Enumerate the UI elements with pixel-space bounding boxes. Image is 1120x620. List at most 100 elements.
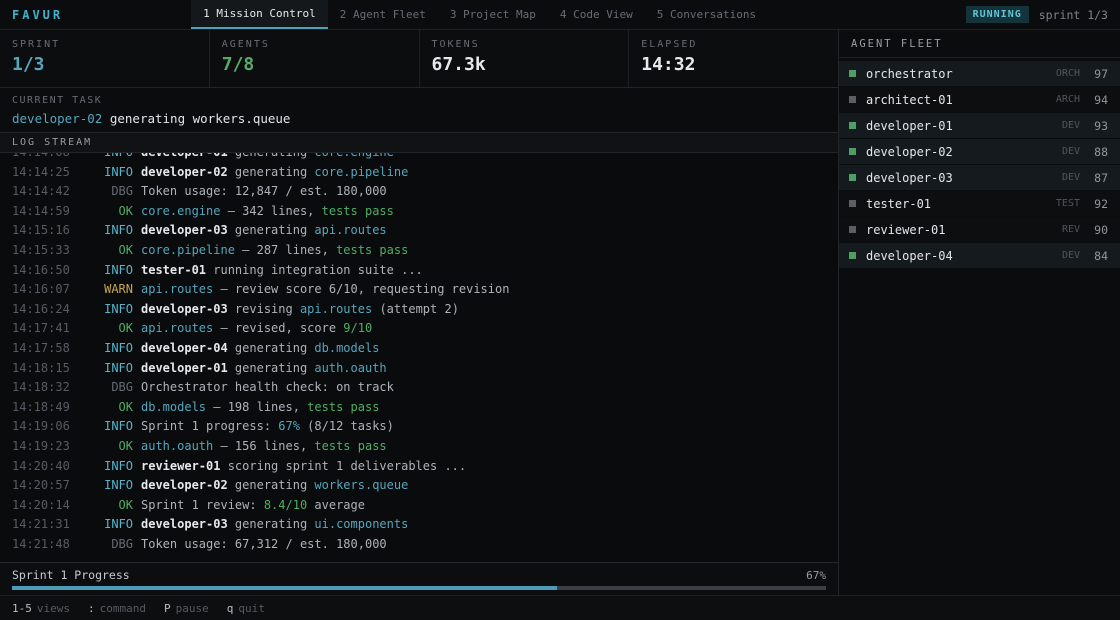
agent-status-icon [849, 226, 856, 233]
view-tabs: 1 Mission Control2 Agent Fleet3 Project … [191, 0, 768, 29]
agent-status-icon [849, 252, 856, 259]
log-level: INFO [70, 359, 133, 379]
tab-agent-fleet[interactable]: 2 Agent Fleet [328, 0, 438, 29]
stat-label: TOKENS [432, 39, 617, 50]
agent-role-tag: ARCH [1056, 94, 1080, 105]
tab-conversations[interactable]: 5 Conversations [645, 0, 768, 29]
log-stream[interactable]: 14:14:08INFOdeveloper-01 generating core… [0, 153, 838, 562]
stat-value: 1/3 [12, 54, 197, 75]
log-message: developer-01 generating core.engine [141, 153, 394, 163]
log-timestamp: 14:14:42 [12, 182, 70, 202]
log-segment: core.engine [141, 204, 220, 218]
log-level: INFO [70, 417, 133, 437]
log-row: 14:14:59OKcore.engine — 342 lines, tests… [12, 202, 826, 222]
log-level: INFO [70, 261, 133, 281]
mission-control-panel: SPRINT1/3AGENTS7/8TOKENS67.3kELAPSED14:3… [0, 30, 838, 595]
log-segment: average [307, 498, 365, 512]
log-message: core.pipeline — 287 lines, tests pass [141, 241, 408, 261]
agent-score: 97 [1090, 67, 1108, 81]
log-row: 14:19:23OKauth.oauth — 156 lines, tests … [12, 437, 826, 457]
agent-row-reviewer-01[interactable]: reviewer-01REV90 [839, 217, 1120, 242]
sprint-indicator: sprint 1/3 [1039, 8, 1108, 22]
log-row: 14:18:49OKdb.models — 198 lines, tests p… [12, 398, 826, 418]
log-timestamp: 14:21:48 [12, 535, 70, 555]
agent-row-architect-01[interactable]: architect-01ARCH94 [839, 87, 1120, 112]
log-message: api.routes — review score 6/10, requesti… [141, 280, 509, 300]
tab-code-view[interactable]: 4 Code View [548, 0, 645, 29]
agent-name: reviewer-01 [866, 223, 1062, 237]
agent-status-icon [849, 200, 856, 207]
current-task-agent: developer-02 [12, 111, 102, 126]
log-row: 14:14:42DBGToken usage: 12,847 / est. 18… [12, 182, 826, 202]
agent-role-tag: DEV [1062, 172, 1080, 183]
running-status-badge: RUNNING [966, 6, 1029, 23]
log-timestamp: 14:19:23 [12, 437, 70, 457]
sprint-progress-label: Sprint 1 Progress [12, 568, 130, 582]
agent-score: 93 [1090, 119, 1108, 133]
log-segment: generating [228, 223, 307, 237]
log-segment: — 156 lines, [213, 439, 307, 453]
agent-status-icon [849, 148, 856, 155]
stat-sprint: SPRINT 1/3 [0, 30, 210, 87]
stat-label: ELAPSED [641, 39, 826, 50]
log-message: developer-03 generating ui.components [141, 515, 408, 535]
log-segment: Sprint 1 progress: [141, 419, 271, 433]
agent-row-developer-03[interactable]: developer-03DEV87 [839, 165, 1120, 190]
agent-status-icon [849, 174, 856, 181]
log-segment: db.models [141, 400, 206, 414]
log-row: 14:18:32DBGOrchestrator health check: on… [12, 378, 826, 398]
agent-score: 87 [1090, 171, 1108, 185]
stat-value: 7/8 [222, 54, 407, 75]
agent-row-developer-04[interactable]: developer-04DEV84 [839, 243, 1120, 268]
footer-hint-views[interactable]: 1-5views [12, 602, 70, 615]
log-timestamp: 14:16:24 [12, 300, 70, 320]
agent-role-tag: DEV [1062, 120, 1080, 131]
footer-hint-pause[interactable]: Ppause [164, 602, 209, 615]
log-row: 14:17:58INFOdeveloper-04 generating db.m… [12, 339, 826, 359]
log-segment: Token usage: 67,312 / est. 180,000 [141, 537, 387, 551]
current-task-description: generating workers.queue [110, 111, 291, 126]
footer-hint-command[interactable]: :command [88, 602, 146, 615]
log-message: Sprint 1 review: 8.4/10 average [141, 496, 365, 516]
log-row: 14:14:08INFOdeveloper-01 generating core… [12, 153, 826, 163]
log-segment: revising [228, 302, 293, 316]
log-segment: developer-03 [141, 223, 228, 237]
log-message: Orchestrator health check: on track [141, 378, 394, 398]
agent-row-developer-01[interactable]: developer-01DEV93 [839, 113, 1120, 138]
log-segment: generating [228, 341, 307, 355]
log-level: OK [70, 437, 133, 457]
log-level: INFO [70, 476, 133, 496]
log-segment: workers.queue [307, 478, 408, 492]
agent-row-orchestrator[interactable]: orchestratorORCH97 [839, 61, 1120, 86]
log-segment: api.routes [141, 282, 213, 296]
log-segment: — 198 lines, [206, 400, 300, 414]
log-message: developer-02 generating workers.queue [141, 476, 408, 496]
log-segment: tests pass [307, 439, 386, 453]
log-level: OK [70, 202, 133, 222]
log-level: OK [70, 496, 133, 516]
sprint-progress-bar [12, 586, 826, 590]
footer-key: P [164, 602, 171, 615]
log-segment: core.engine [307, 153, 394, 159]
log-row: 14:19:06INFOSprint 1 progress: 67% (8/12… [12, 417, 826, 437]
log-segment: developer-03 [141, 302, 228, 316]
tab-mission-control[interactable]: 1 Mission Control [191, 0, 328, 29]
footer-key: : [88, 602, 95, 615]
log-segment: api.routes [141, 321, 213, 335]
log-segment: developer-02 [141, 478, 228, 492]
log-message: developer-03 revising api.routes (attemp… [141, 300, 459, 320]
main-area: SPRINT1/3AGENTS7/8TOKENS67.3kELAPSED14:3… [0, 30, 1120, 595]
log-segment: generating [228, 517, 307, 531]
log-row: 14:21:48DBGToken usage: 67,312 / est. 18… [12, 535, 826, 555]
sprint-progress-section: Sprint 1 Progress 67% [0, 562, 838, 595]
log-timestamp: 14:15:33 [12, 241, 70, 261]
agent-row-developer-02[interactable]: developer-02DEV88 [839, 139, 1120, 164]
agent-score: 84 [1090, 249, 1108, 263]
stat-label: SPRINT [12, 39, 197, 50]
agent-row-tester-01[interactable]: tester-01TEST92 [839, 191, 1120, 216]
footer-hint-quit[interactable]: qquit [227, 602, 265, 615]
tab-project-map[interactable]: 3 Project Map [438, 0, 548, 29]
log-message: developer-04 generating db.models [141, 339, 379, 359]
log-segment: api.routes [293, 302, 372, 316]
agent-role-tag: TEST [1056, 198, 1080, 209]
